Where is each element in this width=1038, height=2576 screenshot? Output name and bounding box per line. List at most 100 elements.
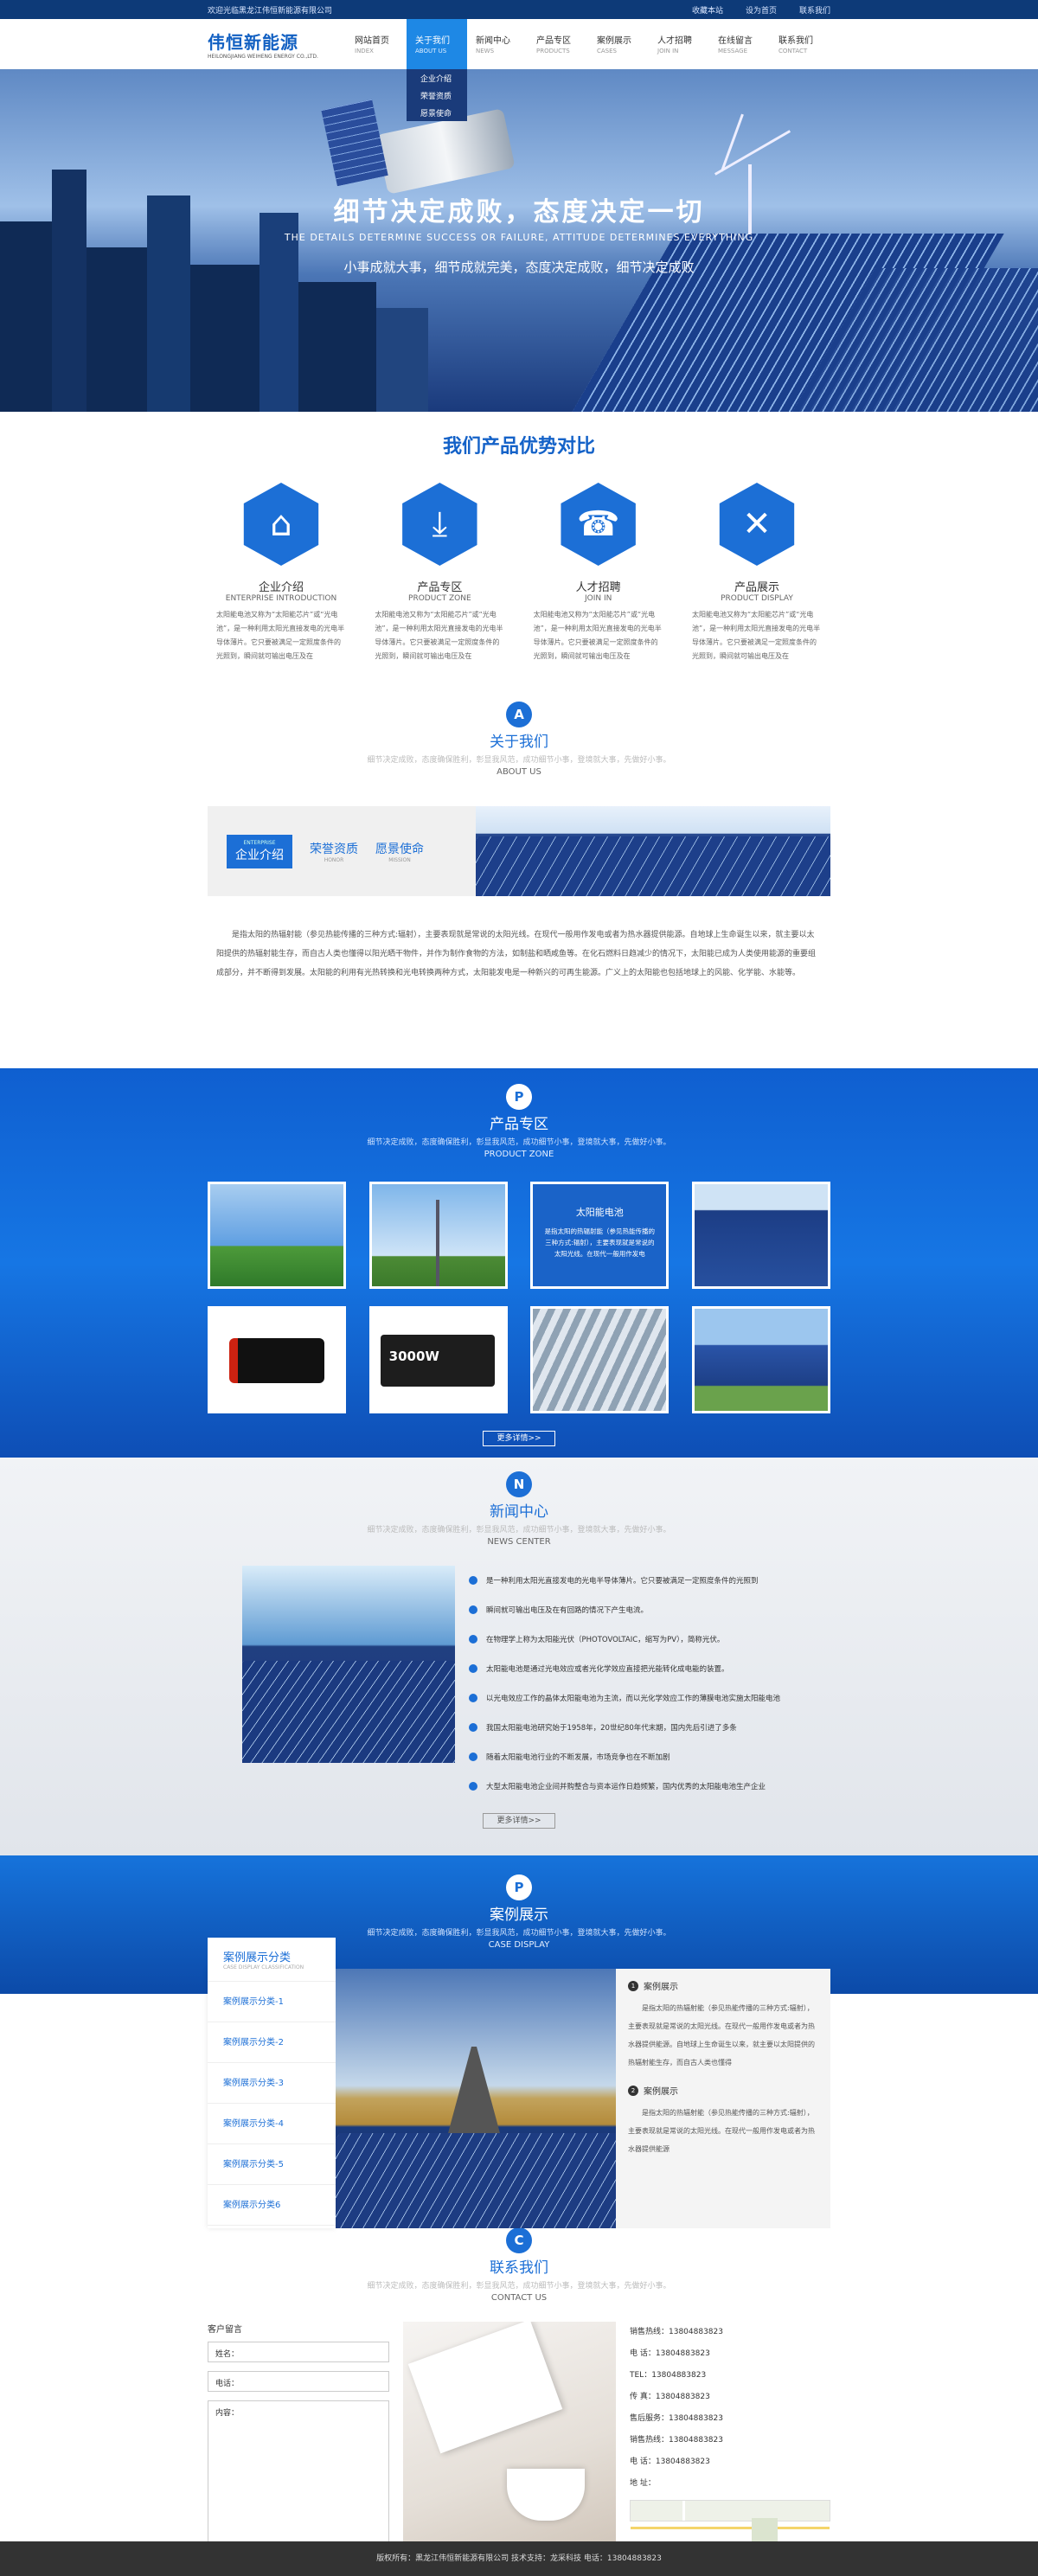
inverter-label: 3000W: [380, 1335, 495, 1387]
case-number: 2: [628, 2085, 638, 2096]
logo-subtitle: HEILONGJIANG WEIHENG ENERGY CO.,LTD.: [208, 54, 318, 60]
news-title: 我国太阳能电池研究始于1958年，20世纪80年代末期，国内先后引进了多条: [486, 1724, 737, 1733]
logo[interactable]: 伟恒新能源 HEILONGJIANG WEIHENG ENERGY CO.,LT…: [208, 29, 329, 60]
about-section: A 关于我们 细节决定成败，态度确保胜利，彰显我风范，成功细节小事，登境就大事，…: [0, 684, 1038, 1068]
advantage-title-en: ENTERPRISE INTRODUCTION: [225, 594, 337, 603]
product-more-button[interactable]: 更多详情>>: [483, 1431, 555, 1446]
about-text: 是指太阳的热辐射能（参见热能传播的三种方式:辐射），主要表现就是常说的太阳光线。…: [216, 931, 817, 977]
nav-item-index[interactable]: 网站首页 INDEX: [346, 19, 407, 69]
nav-label-en: JOIN IN: [657, 48, 679, 54]
advantage-title: 产品专区: [417, 581, 463, 594]
case-category-item[interactable]: 案例展示分类-1: [208, 1982, 336, 2022]
product-tile-featured[interactable]: 太阳能电池 是指太阳的热辐射能（参见热能传播的三种方式:辐射），主要表现就是常说…: [530, 1182, 670, 1289]
section-title: 关于我们: [490, 734, 548, 751]
advantage-card[interactable]: ⤓ 产品专区 PRODUCT ZONE 太阳能电池又称为“太阳能芯片”或“光电池…: [366, 483, 513, 663]
bullet-icon: [469, 1694, 477, 1702]
product-tile-inverter[interactable]: [208, 1306, 346, 1413]
case-block-title: 案例展示: [644, 1983, 678, 1992]
section-slogan: 细节决定成败，态度确保胜利，彰显我风范，成功细节小事，登境就大事，先做好小事。: [367, 2282, 671, 2291]
section-slogan: 细节决定成败，态度确保胜利，彰显我风范，成功细节小事，登境就大事，先做好小事。: [367, 1526, 671, 1535]
section-title-en: ABOUT US: [497, 767, 541, 777]
case-category-item[interactable]: 案例展示分类-2: [208, 2022, 336, 2063]
name-field[interactable]: 姓名：: [208, 2342, 389, 2362]
contact-image: [403, 2322, 616, 2555]
tools-icon: ✕: [719, 483, 795, 566]
news-title: 太阳能电池是通过光电效应或者光化学效应直接把光能转化成电能的装置。: [486, 1665, 729, 1674]
nav-label: 网站首页: [355, 36, 389, 46]
nav-item-cases[interactable]: 案例展示 CASES: [588, 19, 649, 69]
set-homepage-link[interactable]: 设为首页: [746, 4, 777, 16]
location-map[interactable]: [630, 2500, 830, 2544]
city-building: [376, 308, 428, 412]
bullet-icon: [469, 1782, 477, 1791]
news-item[interactable]: 在物理学上称为太阳能光伏（PHOTOVOLTAIC，缩写为PV），简称光伏。: [469, 1624, 796, 1654]
section-title-en: CONTACT US: [490, 2293, 548, 2303]
nav-item-news[interactable]: 新闻中心 NEWS: [467, 19, 528, 69]
news-item[interactable]: 随着太阳能电池行业的不断发展，市场竞争也在不断加剧: [469, 1742, 796, 1772]
advantage-card[interactable]: ☎ 人才招聘 JOIN IN 太阳能电池又称为“太阳能芯片”或“光电池”，是一种…: [525, 483, 672, 663]
news-solar-image: [242, 1566, 455, 1763]
about-dropdown: 企业介绍 荣誉资质 愿景使命: [407, 69, 467, 121]
case-category-menu: 案例展示分类 CASE DISPLAY CLASSIFICATION 案例展示分…: [208, 1938, 336, 2228]
news-more-button[interactable]: 更多详情>>: [483, 1813, 555, 1829]
section-title-en: NEWS CENTER: [487, 1537, 551, 1547]
advantages-section: 我们产品优势对比 ⌂ 企业介绍 ENTERPRISE INTRODUCTION …: [0, 412, 1038, 684]
news-title: 在物理学上称为太阳能光伏（PHOTOVOLTAIC，缩写为PV），简称光伏。: [486, 1636, 725, 1644]
advantage-card[interactable]: ⌂ 企业介绍 ENTERPRISE INTRODUCTION 太阳能电池又称为“…: [208, 483, 355, 663]
news-item[interactable]: 我国太阳能电池研究始于1958年，20世纪80年代末期，国内先后引进了多条: [469, 1713, 796, 1742]
nav-item-contact[interactable]: 联系我们 CONTACT: [770, 19, 830, 69]
news-item[interactable]: 瞬间就可输出电压及在有回路的情况下产生电流。: [469, 1595, 796, 1624]
dropdown-item[interactable]: 荣誉资质: [407, 87, 467, 104]
nav-label-en: INDEX: [355, 48, 374, 54]
bullet-icon: [469, 1723, 477, 1732]
bullet-icon: [469, 1635, 477, 1644]
footer: 版权所有：黑龙江伟恒新能源有限公司 技术支持：龙采科技 电话：138048838…: [0, 2541, 1038, 2576]
tab-honor[interactable]: 荣誉资质 HONOR: [310, 840, 358, 863]
dropdown-item[interactable]: 企业介绍: [407, 69, 467, 87]
product-tile-panel[interactable]: [691, 1306, 830, 1413]
case-image: [336, 1969, 616, 2228]
product-tile-streetlight[interactable]: [368, 1182, 508, 1289]
case-category-item[interactable]: 案例展示分类-5: [208, 2144, 336, 2185]
advantage-title: 产品展示: [734, 581, 779, 594]
case-category-item[interactable]: 案例展示分类-3: [208, 2063, 336, 2104]
contact-link[interactable]: 联系我们: [799, 4, 830, 16]
section-badge: P: [506, 1084, 532, 1110]
product-tile-panel[interactable]: [530, 1306, 670, 1413]
case-category-item[interactable]: 案例展示分类-4: [208, 2104, 336, 2144]
logo-text: 伟恒新能源: [208, 32, 298, 53]
content-field[interactable]: 内容：: [208, 2400, 389, 2553]
product-tile-inverter[interactable]: 3000W: [368, 1306, 508, 1413]
bullet-icon: [469, 1576, 477, 1585]
advantage-title-en: JOIN IN: [584, 594, 612, 603]
tab-mission[interactable]: 愿景使命 MISSION: [375, 840, 424, 863]
advantage-desc: 太阳能电池又称为“太阳能芯片”或“光电池”，是一种利用太阳光直接发电的光电半导体…: [691, 611, 821, 660]
nav-item-join[interactable]: 人才招聘 JOIN IN: [649, 19, 709, 69]
news-item[interactable]: 是一种利用太阳光直接发电的光电半导体薄片。它只要被满足一定照度条件的光照到: [469, 1566, 796, 1595]
welcome-text: 欢迎光临黑龙江伟恒新能源有限公司: [208, 6, 333, 16]
case-category-item[interactable]: 案例展示分类6: [208, 2185, 336, 2226]
tab-enterprise[interactable]: ENTERPRISE 企业介绍: [227, 834, 292, 868]
dropdown-item[interactable]: 愿景使命: [407, 104, 467, 121]
bookmark-link[interactable]: 收藏本站: [692, 4, 723, 16]
nav-item-products[interactable]: 产品专区 PRODUCTS: [528, 19, 588, 69]
news-item[interactable]: 太阳能电池是通过光电效应或者光化学效应直接把光能转化成电能的装置。: [469, 1654, 796, 1683]
product-tile-panel[interactable]: [691, 1182, 830, 1289]
advantage-card[interactable]: ✕ 产品展示 PRODUCT DISPLAY 太阳能电池又称为“太阳能芯片”或“…: [683, 483, 830, 663]
news-item[interactable]: 大型太阳能电池企业间并购整合与资本运作日趋频繁，国内优秀的太阳能电池生产企业: [469, 1772, 796, 1801]
tab-label-en: HONOR: [324, 856, 344, 863]
contact-line: 销售热线：13804883823: [630, 2328, 723, 2336]
news-item[interactable]: 以光电效应工作的晶体太阳能电池为主流，而以光化学效应工作的薄膜电池实施太阳能电池: [469, 1683, 796, 1713]
nav-label-en: MESSAGE: [718, 48, 747, 54]
product-tile-streetlight[interactable]: [208, 1182, 346, 1289]
section-title: 产品专区: [490, 1116, 548, 1133]
city-building: [190, 265, 260, 412]
case-block-text: 是指太阳的热辐射能（参见热能传播的三种方式:辐射），主要表现就是常说的太阳光线。…: [628, 2004, 815, 2067]
nav-item-about[interactable]: 关于我们 ABOUT US 企业介绍 荣誉资质 愿景使命: [407, 19, 467, 121]
nav-label-en: PRODUCTS: [536, 48, 570, 54]
nav-item-message[interactable]: 在线留言 MESSAGE: [709, 19, 770, 69]
contact-line: 传 真：13804883823: [630, 2393, 710, 2401]
product-section: P 产品专区 细节决定成败，态度确保胜利，彰显我风范，成功细节小事，登境就大事，…: [0, 1068, 1038, 1458]
phone-field[interactable]: 电话：: [208, 2371, 389, 2392]
banner-subtitle-en: THE DETAILS DETERMINE SUCCESS OR FAILURE…: [284, 232, 754, 243]
